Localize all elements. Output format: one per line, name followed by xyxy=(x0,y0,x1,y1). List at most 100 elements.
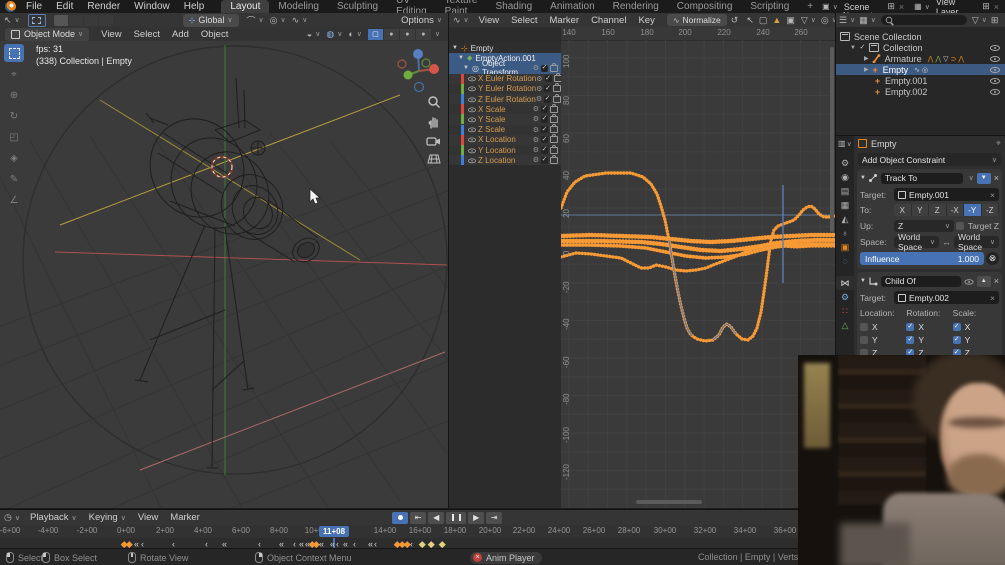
area-border[interactable] xyxy=(836,135,1005,136)
axis-checkbox-y[interactable] xyxy=(860,336,868,344)
track-axis--z[interactable]: -Z xyxy=(981,204,999,216)
values-filter-icon[interactable]: ▣ xyxy=(786,15,795,26)
expander-icon[interactable]: ▼ xyxy=(463,65,469,71)
tweak-tool-button[interactable] xyxy=(4,44,24,62)
keyframe-diamond[interactable] xyxy=(419,540,426,547)
properties-tab-modifiers[interactable]: ⚙ xyxy=(836,290,854,304)
overlays-toggle[interactable]: ◍ ∨ xyxy=(326,29,342,40)
rotate-tool-button[interactable]: ↻ xyxy=(4,107,24,125)
outliner-display-mode-dropdown[interactable]: ☰ ∨ xyxy=(839,15,855,26)
channel-enable-checkbox[interactable] xyxy=(544,85,552,93)
eye-icon[interactable] xyxy=(468,126,476,133)
properties-tab-constraints[interactable]: ⋈ xyxy=(836,276,854,290)
blender-logo-icon[interactable] xyxy=(5,1,16,12)
linked-data-icon[interactable]: ⊃ xyxy=(951,55,957,63)
channel-row-empty[interactable]: ▼ ⊹ Empty xyxy=(449,43,561,54)
topbar-menu-help[interactable]: Help xyxy=(177,1,212,12)
outliner-row-armature[interactable]: ▶ Armature ⋀ ⋀ ▽ ⊃ ⋀ xyxy=(836,53,1005,64)
axis-checkbox-y[interactable] xyxy=(906,336,915,344)
axis-checkbox-x[interactable] xyxy=(952,323,961,331)
new-collection-icon[interactable]: ⊞ xyxy=(991,15,999,26)
box-select-tool-icon[interactable] xyxy=(27,13,46,27)
properties-editor-type-dropdown[interactable]: ▥ ∨ xyxy=(838,139,852,148)
workspace-tab-sculpting[interactable]: Sculpting xyxy=(328,0,387,14)
graph-curve-area[interactable]: 140 160 180 200 220 240 260 100 80 60 40 20 0 -20 -40… xyxy=(561,27,835,508)
workspace-tab-scripting[interactable]: Scripting xyxy=(741,0,798,14)
outliner-row-collection[interactable]: ▼Collection xyxy=(836,42,1005,53)
close-icon[interactable]: × xyxy=(994,2,999,12)
perspective-toggle-icon[interactable] xyxy=(426,153,441,165)
modifier-icon[interactable]: ⚙ xyxy=(533,146,539,154)
xray-toggle[interactable]: ◐ ∨ xyxy=(348,29,362,39)
eye-icon[interactable] xyxy=(468,157,476,164)
channel-row-object-transform[interactable]: ▼◎Object Transform⚙ xyxy=(449,59,561,77)
select-mode-buttons[interactable] xyxy=(53,14,113,26)
constraint-name-field[interactable]: Child Of xyxy=(880,275,961,287)
graph-menu-key[interactable]: Key xyxy=(632,15,660,26)
mode-dropdown[interactable]: Object Mode ∨ xyxy=(5,27,90,41)
eye-icon[interactable] xyxy=(468,85,476,92)
channel-enable-checkbox[interactable] xyxy=(541,146,548,154)
modifier-icon[interactable]: ⚙ xyxy=(536,95,542,103)
expander-icon[interactable]: ▼ xyxy=(452,45,458,51)
lock-icon[interactable] xyxy=(550,124,558,134)
expander-icon[interactable]: ▼ xyxy=(860,278,866,284)
track-to-target-field[interactable]: Empty.001 × xyxy=(894,188,999,201)
track-axis--y[interactable]: -Y xyxy=(964,204,982,216)
clear-target-icon[interactable]: × xyxy=(990,190,995,200)
channel-row-x-euler-rotation[interactable]: X Euler Rotation ⚙ xyxy=(449,73,562,84)
eye-icon[interactable] xyxy=(468,116,476,123)
modifier-icon[interactable]: ⚙ xyxy=(533,64,539,72)
outliner-row-empty[interactable]: ▶ + Empty ∿ ◎ xyxy=(836,64,1005,75)
outliner-row-scene-collection[interactable]: Scene Collection xyxy=(836,31,1005,42)
properties-tab-scene[interactable]: ◭ xyxy=(836,212,854,226)
eye-icon[interactable] xyxy=(468,106,476,113)
transform-orientation-dropdown[interactable]: ⊹ Global ∨ xyxy=(182,13,239,27)
jump-to-end-button[interactable]: ⇥ xyxy=(486,511,503,524)
keyframe-diamond[interactable] xyxy=(428,540,435,547)
axis-checkbox-y[interactable] xyxy=(952,336,961,344)
previous-keyframe-button[interactable]: ◀ xyxy=(428,511,445,524)
lock-icon[interactable] xyxy=(550,103,558,113)
graph-horizontal-scrollbar[interactable] xyxy=(636,500,702,504)
channel-enable-checkbox[interactable] xyxy=(541,115,548,123)
axis-checkbox-x[interactable] xyxy=(906,323,915,331)
track-axis--x[interactable]: -X xyxy=(946,204,964,216)
properties-tab-render[interactable]: ◉ xyxy=(836,170,854,184)
workspace-tab-modeling[interactable]: Modeling xyxy=(269,0,328,14)
move-tool-button[interactable]: ⊕ xyxy=(4,86,24,104)
lock-icon[interactable] xyxy=(553,93,562,103)
workspace-tab-layout[interactable]: Layout xyxy=(221,0,270,14)
eye-icon[interactable] xyxy=(468,136,476,143)
channel-row-y-location[interactable]: Y Location ⚙ xyxy=(449,144,561,156)
modifier-icon[interactable]: ⚙ xyxy=(533,126,539,134)
graph-menu-select[interactable]: Select xyxy=(505,15,543,26)
channel-row-z-scale[interactable]: Z Scale ⚙ xyxy=(449,124,561,135)
channel-enable-checkbox[interactable] xyxy=(541,126,548,134)
gizmo-toggle[interactable]: ◒ ∨ xyxy=(307,29,321,39)
normalize-toggle[interactable]: ∿ Normalize xyxy=(666,14,727,26)
constraint-close-icon[interactable]: × xyxy=(994,173,999,183)
up-axis-dropdown[interactable]: Z ∨ xyxy=(894,220,954,232)
collection-checkbox[interactable] xyxy=(858,44,866,51)
space-from-dropdown[interactable]: World Space ∨ xyxy=(894,232,939,252)
channel-row-x-scale[interactable]: X Scale ⚙ xyxy=(449,103,561,115)
modifier-icon[interactable]: ⚙ xyxy=(536,85,542,93)
editor-type-dropdown[interactable]: ∿ ∨ xyxy=(453,15,469,26)
playhead-chip[interactable]: 11+08 xyxy=(319,525,349,537)
copy-icon[interactable]: ⊞ xyxy=(982,1,990,12)
annotate-tool-button[interactable]: ✎ xyxy=(4,170,24,188)
properties-tab-physics[interactable]: ◌ xyxy=(836,254,854,268)
expander-icon[interactable]: ▼ xyxy=(458,55,464,61)
channel-enable-checkbox[interactable] xyxy=(541,105,548,113)
outliner-filter-mode-dropdown[interactable]: ▦ ∨ xyxy=(859,15,876,26)
transform-tool-button[interactable]: ◈ xyxy=(4,149,24,167)
viewport-menu-view[interactable]: View xyxy=(95,29,127,40)
target-z-checkbox[interactable] xyxy=(955,222,964,230)
eye-icon[interactable] xyxy=(468,75,476,82)
linked-data-icon[interactable]: ◎ xyxy=(922,66,928,74)
pin-icon[interactable]: ⌖ xyxy=(996,138,1001,149)
topbar-menu-file[interactable]: File xyxy=(19,1,49,12)
expander-icon[interactable]: ▼ xyxy=(850,45,856,51)
zoom-icon[interactable] xyxy=(427,95,441,109)
